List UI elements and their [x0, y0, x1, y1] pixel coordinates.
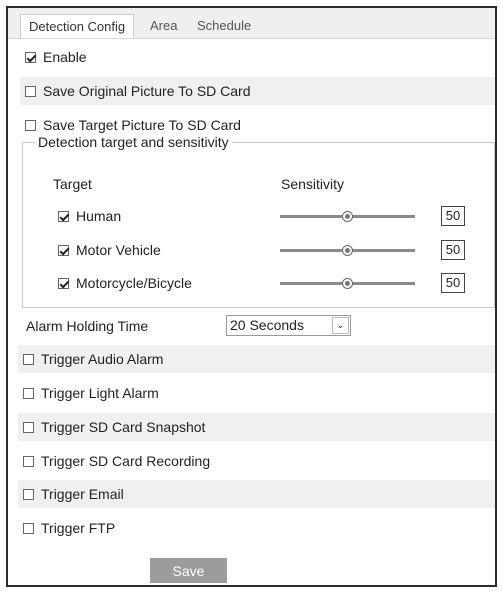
tab-schedule[interactable]: Schedule [197, 14, 251, 38]
alarm-holding-time-value: 20 Seconds [230, 317, 304, 333]
trigger-email-label: Trigger Email [41, 486, 124, 502]
target-column-header: Target [53, 176, 92, 192]
human-label: Human [76, 208, 122, 224]
motor-vehicle-label: Motor Vehicle [76, 242, 161, 258]
trigger-recording-checkbox[interactable] [23, 455, 34, 467]
trigger-light-checkbox[interactable] [23, 387, 34, 399]
detection-target-group: Detection target and sensitivity Target … [22, 134, 495, 308]
motorcycle-bicycle-label: Motorcycle/Bicycle [76, 275, 192, 291]
save-target-label: Save Target Picture To SD Card [43, 117, 241, 133]
alarm-holding-time-select[interactable]: 20 Seconds ⌄ [226, 315, 351, 336]
save-button[interactable]: Save [150, 558, 227, 583]
detection-group-legend: Detection target and sensitivity [35, 134, 232, 150]
save-original-checkbox[interactable] [25, 85, 36, 97]
tab-detection-config[interactable]: Detection Config [20, 14, 135, 38]
trigger-recording-label: Trigger SD Card Recording [41, 453, 211, 469]
enable-checkbox[interactable] [25, 51, 36, 63]
motor-vehicle-sensitivity-value[interactable]: 50 [441, 240, 465, 260]
target-row-human: Human [53, 202, 253, 230]
trigger-light-row: Trigger Light Alarm [18, 379, 495, 407]
trigger-light-label: Trigger Light Alarm [41, 385, 159, 401]
motorcycle-bicycle-checkbox[interactable] [58, 277, 69, 289]
target-row-motor-vehicle: Motor Vehicle [53, 236, 253, 264]
human-sensitivity-value[interactable]: 50 [441, 206, 465, 226]
human-checkbox[interactable] [58, 210, 69, 222]
save-target-checkbox[interactable] [25, 119, 36, 131]
tab-area[interactable]: Area [150, 14, 177, 38]
human-sensitivity-thumb[interactable] [342, 211, 353, 222]
motorcycle-bicycle-sensitivity-thumb[interactable] [342, 278, 353, 289]
motor-vehicle-sensitivity-thumb[interactable] [342, 245, 353, 256]
trigger-snapshot-checkbox[interactable] [23, 421, 34, 433]
trigger-ftp-row: Trigger FTP [18, 514, 495, 542]
enable-label: Enable [43, 49, 87, 65]
trigger-snapshot-label: Trigger SD Card Snapshot [41, 419, 206, 435]
trigger-audio-label: Trigger Audio Alarm [41, 351, 164, 367]
motor-vehicle-checkbox[interactable] [58, 244, 69, 256]
trigger-recording-row: Trigger SD Card Recording [18, 447, 495, 475]
trigger-email-row: Trigger Email [18, 480, 495, 508]
trigger-snapshot-row: Trigger SD Card Snapshot [18, 413, 495, 441]
trigger-email-checkbox[interactable] [23, 488, 34, 500]
alarm-holding-time-label: Alarm Holding Time [26, 318, 149, 334]
tab-bar: Detection Config Area Schedule [8, 8, 495, 39]
motorcycle-bicycle-sensitivity-value[interactable]: 50 [441, 273, 465, 293]
target-row-motorcycle-bicycle: Motorcycle/Bicycle [53, 269, 253, 297]
trigger-ftp-checkbox[interactable] [23, 522, 34, 534]
enable-row: Enable [20, 43, 495, 71]
save-original-label: Save Original Picture To SD Card [43, 83, 251, 99]
trigger-ftp-label: Trigger FTP [41, 520, 116, 536]
sensitivity-column-header: Sensitivity [281, 176, 345, 192]
save-original-row: Save Original Picture To SD Card [20, 77, 495, 105]
chevron-down-icon[interactable]: ⌄ [332, 317, 349, 334]
trigger-audio-checkbox[interactable] [23, 353, 34, 365]
trigger-audio-row: Trigger Audio Alarm [18, 345, 495, 373]
